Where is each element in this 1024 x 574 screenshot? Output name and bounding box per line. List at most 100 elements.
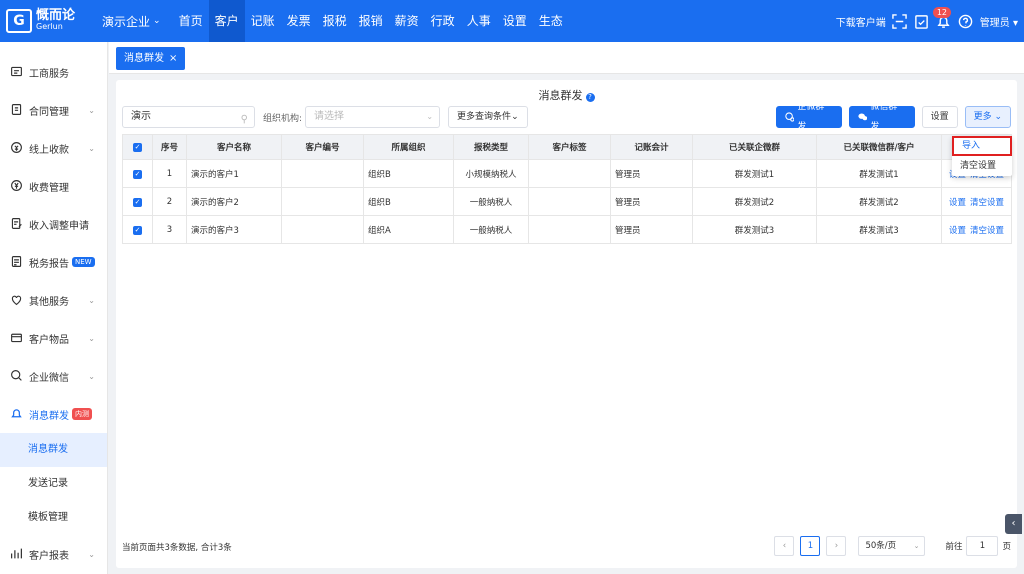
sidebar-item[interactable]: 工商服务 — [0, 53, 107, 91]
close-icon[interactable]: × — [169, 53, 177, 64]
sidebar-item[interactable]: 收入调整申请 — [0, 205, 107, 243]
company-name: 演示企业 — [102, 14, 151, 29]
nav-item[interactable]: 生态 — [533, 0, 569, 42]
cell-accountant: 管理员 — [610, 159, 693, 188]
beta-tag: 内测 — [72, 408, 92, 420]
customer-table: ✓ 序号 客户名称 客户编号 所属组织 报税类型 客户标签 记账会计 已关联企微… — [122, 134, 1012, 244]
sidebar-item-label: 合同管理 — [29, 106, 69, 118]
sidebar-subitem[interactable]: 模板管理 — [0, 501, 107, 535]
nav-item[interactable]: 行政 — [425, 0, 461, 42]
top-navbar: G 慨而论 Gerlun 演示企业 ⌄ 首页 客户 记账 发票 报税 报销 薪资 行政 人事 设置生… — [0, 0, 1024, 42]
filter-bar: 演示 ⚲ 组织机构: 请选择 ⌄ 更多查询条件⌄ — [122, 106, 529, 128]
chat-icon — [10, 369, 24, 383]
sidebar-item-label: 税务报告 — [29, 258, 69, 270]
row-checkbox[interactable]: ✓ — [122, 187, 153, 216]
set-link[interactable]: 设置 — [949, 198, 966, 208]
user-menu[interactable]: 管理员 ▾ — [980, 14, 1018, 29]
company-switcher[interactable]: 演示企业 ⌄ — [102, 13, 161, 30]
sidebar-item[interactable]: 收费管理 — [0, 167, 107, 205]
action-bar: 企微群发 微信群发 设置 更多 ⌄ — [769, 102, 1011, 132]
cell-qiwei-group: 群发测试3 — [692, 215, 817, 244]
table-row[interactable]: ✓1演示的客户1组织B小规模纳税人管理员群发测试1群发测试1设置清空设置 — [122, 159, 1012, 188]
contract-icon — [10, 103, 24, 117]
sidebar-item[interactable]: 客户物品 ⌄ — [0, 319, 107, 357]
nav-item[interactable]: 发票 — [281, 0, 317, 42]
prev-page-button[interactable]: ‹ — [774, 536, 795, 556]
next-page-button[interactable]: › — [826, 536, 847, 556]
tab-label: 消息群发 — [124, 53, 164, 64]
nav-item[interactable]: 薪资 — [389, 0, 425, 42]
clipboard-check-icon[interactable] — [914, 13, 930, 29]
cell-code — [281, 187, 364, 216]
weixin-broadcast-button[interactable]: 微信群发 — [848, 102, 915, 132]
sidebar: 工商服务 合同管理 ⌄ 线上收款 ⌄ 收费管理 收入调整申请 税务报告 NEW 其他服务 ⌄ 客户物品… — [0, 42, 108, 574]
chevron-down-icon: ⌄ — [88, 333, 95, 343]
scan-icon[interactable] — [892, 13, 908, 29]
cell-tag — [528, 215, 611, 244]
help-icon[interactable]: ? — [585, 93, 595, 102]
sidebar-item-customer-report[interactable]: 客户报表 ⌄ — [0, 535, 107, 573]
sidebar-item[interactable]: 其他服务 ⌄ — [0, 281, 107, 319]
nav-item[interactable]: 人事 — [461, 0, 497, 42]
row-checkbox[interactable]: ✓ — [122, 215, 153, 244]
help-icon[interactable] — [958, 13, 974, 29]
chat-icon — [784, 112, 795, 122]
qiwei-broadcast-button[interactable]: 企微群发 — [775, 102, 842, 132]
col-header: 所属组织 — [363, 134, 454, 160]
nav-item[interactable]: 记账 — [245, 0, 281, 42]
tab-bar: 消息群发 × — [109, 42, 1024, 74]
sidebar-subitem[interactable]: 发送记录 — [0, 467, 107, 501]
nav-item[interactable]: 设置 — [497, 0, 533, 42]
clear-settings-link[interactable]: 清空设置 — [970, 226, 1004, 236]
cell-accountant: 管理员 — [610, 215, 693, 244]
main-panel: 消息群发? 演示 ⚲ 组织机构: 请选择 ⌄ 更多查询条件⌄ 企微群发 微信群发 … — [116, 80, 1017, 568]
chevron-down-icon: ⌄ — [153, 16, 161, 26]
sidebar-item[interactable]: 税务报告 NEW — [0, 243, 107, 281]
more-query-button[interactable]: 更多查询条件⌄ — [448, 106, 529, 128]
heart-icon — [10, 293, 24, 307]
nav-item[interactable]: 首页 — [173, 0, 209, 42]
table-row[interactable]: ✓ 2 演示的客户2 组织B 一般纳税人 管理员 群发测试2 群发测试2 设置 清空设置 — [122, 187, 1012, 216]
wechat-icon — [857, 113, 867, 121]
pagination: ‹ 1 › 50条/页 ⌄ 前往 1 页 — [768, 536, 1011, 556]
chevron-down-icon: ⌄ — [88, 549, 95, 559]
sidebar-item-label: 收入调整申请 — [29, 220, 89, 232]
cell-weixin-group: 群发测试1 — [816, 159, 942, 188]
cell-code — [281, 159, 364, 188]
more-button[interactable]: 更多 ⌄ — [964, 106, 1011, 128]
page-size-select[interactable]: 50条/页 ⌄ — [858, 536, 926, 556]
cell-ops: 设置清空设置 — [941, 215, 1012, 244]
tab-message-broadcast[interactable]: 消息群发 × — [116, 47, 186, 70]
table-row[interactable]: ✓ 3 演示的客户3 组织A 一般纳税人 管理员 群发测试3 群发测试3 设置 清空设置 — [122, 215, 1012, 244]
select-all-checkbox[interactable]: ✓ — [122, 134, 153, 160]
cell-org: 组织A — [363, 215, 454, 244]
nav-item[interactable]: 客户 — [208, 0, 245, 42]
menu-item-clear-settings[interactable]: 清空设置 — [952, 156, 1012, 176]
clear-settings-link[interactable]: 清空设置 — [970, 198, 1004, 208]
sidebar-item[interactable]: 企业微信 ⌄ — [0, 357, 107, 395]
goto-page-input[interactable]: 1 — [966, 536, 999, 556]
sidebar-item[interactable]: 合同管理 ⌄ — [0, 91, 107, 129]
search-icon: ⚲ — [240, 114, 248, 125]
sidebar-subitem[interactable]: 消息群发 — [0, 433, 107, 467]
col-header: 已关联微信群/客户 — [816, 134, 942, 160]
menu-item-import[interactable]: 导入 — [952, 136, 1012, 156]
row-checkbox[interactable]: ✓ — [122, 159, 153, 188]
page-unit: 页 — [1002, 542, 1011, 552]
sidebar-group-message[interactable]: 消息群发 内测 — [0, 395, 107, 433]
page-number[interactable]: 1 — [800, 536, 821, 556]
col-header: 报税类型 — [453, 134, 529, 160]
cell-accountant: 管理员 — [610, 187, 693, 216]
sidebar-item[interactable]: 线上收款 ⌄ — [0, 129, 107, 167]
org-select[interactable]: 请选择 ⌄ — [305, 106, 441, 128]
set-link[interactable]: 设置 — [949, 226, 966, 236]
collapse-panel-button[interactable]: ‹ — [1005, 514, 1022, 534]
nav-item[interactable]: 报税 — [317, 0, 353, 42]
search-input[interactable]: 演示 ⚲ — [122, 106, 255, 128]
logo[interactable]: G 慨而论 Gerlun — [6, 9, 94, 33]
bell-icon — [10, 407, 24, 421]
cell-no: 3 — [152, 215, 187, 244]
settings-button[interactable]: 设置 — [921, 106, 958, 128]
nav-item[interactable]: 报销 — [353, 0, 389, 42]
download-client-link[interactable]: 下载客户端 — [836, 14, 886, 29]
